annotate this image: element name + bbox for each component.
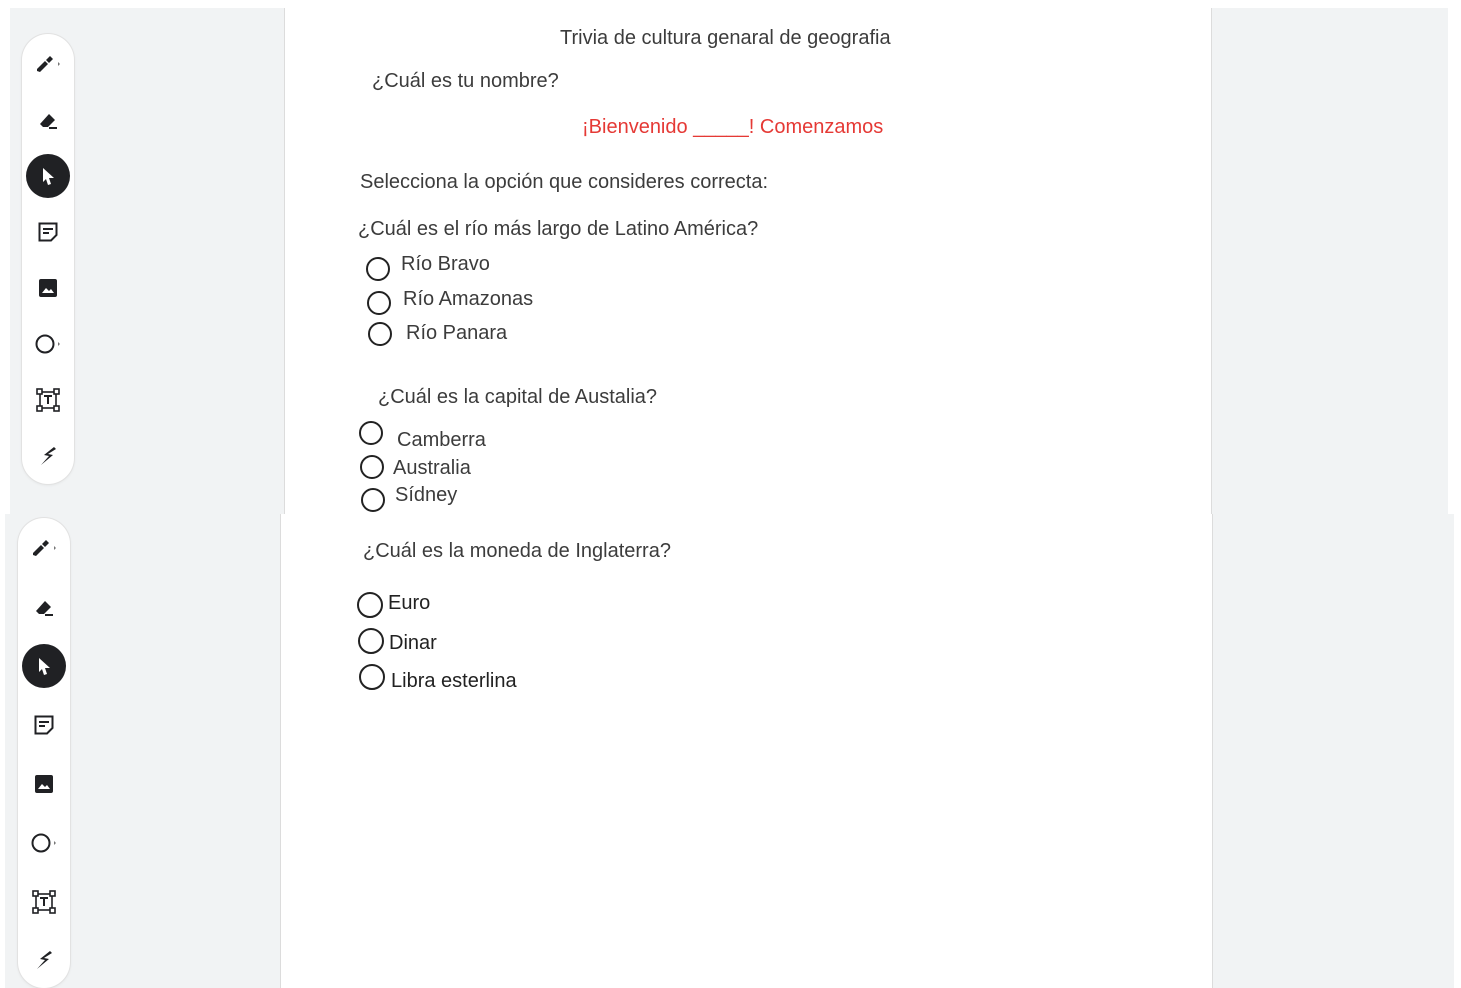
radio-q1-option-1[interactable] [366,257,390,281]
q2-option-1-label: Camberra [397,429,486,451]
text-box-tool[interactable] [26,378,70,422]
question-3-text: ¿Cuál es la moneda de Inglaterra? [363,540,671,562]
q1-option-2-label: Río Amazonas [403,288,534,310]
shape-icon [35,334,60,354]
pen-icon [37,56,60,72]
select-tool[interactable] [26,154,70,198]
sticky-note-icon [38,222,58,242]
question-1-text: ¿Cuál es el río más largo de Latino Amér… [358,218,759,240]
eraser-icon [40,114,57,129]
sticky-note-tool[interactable] [26,210,70,254]
welcome-message: ¡Bienvenido _____! Comenzamos [582,116,884,138]
q3-option-3-label: Libra esterlina [391,670,517,692]
radio-q3-option-1[interactable] [357,592,383,618]
shape-icon [31,833,56,853]
eraser-tool[interactable] [26,98,70,142]
pen-icon [33,540,56,556]
text-box-icon [32,890,56,914]
laser-icon [37,951,52,969]
radio-q1-option-2[interactable] [367,291,391,315]
laser-tool[interactable] [22,938,66,982]
pen-tool[interactable] [26,42,70,86]
radio-q3-option-3[interactable] [359,664,385,690]
question-2-text: ¿Cuál es la capital de Austalia? [378,386,658,408]
q1-option-1-label: Río Bravo [401,253,490,275]
q2-option-2-label: Australia [393,457,471,479]
name-question: ¿Cuál es tu nombre? [372,70,559,92]
radio-q3-option-2[interactable] [358,628,384,654]
text-box-icon [36,388,60,412]
select-tool[interactable] [22,644,66,688]
image-tool[interactable] [26,266,70,310]
radio-q1-option-3[interactable] [368,322,392,346]
laser-icon [41,447,56,465]
instruction-text: Selecciona la opción que consideres corr… [360,171,769,193]
eraser-tool[interactable] [22,585,66,629]
select-icon [43,168,54,185]
text-box-tool[interactable] [22,880,66,924]
q3-option-1-label: Euro [388,592,431,614]
select-icon [39,658,50,675]
sticky-note-icon [34,715,54,735]
shape-tool[interactable] [26,322,70,366]
q3-option-2-label: Dinar [389,632,437,654]
image-icon [39,279,57,297]
image-tool[interactable] [22,762,66,806]
radio-q2-option-1[interactable] [359,421,383,445]
pen-tool[interactable] [22,526,66,570]
toolbar-top [22,34,74,484]
image-icon [35,775,53,793]
toolbar-bottom [18,518,70,988]
radio-q2-option-3[interactable] [361,488,385,512]
q2-option-3-label: Sídney [395,484,458,506]
q1-option-3-label: Río Panara [406,322,508,344]
page-title: Trivia de cultura genaral de geografia [560,27,891,49]
radio-q2-option-2[interactable] [360,455,384,479]
sticky-note-tool[interactable] [22,703,66,747]
eraser-icon [36,601,53,616]
laser-tool[interactable] [26,434,70,478]
shape-tool[interactable] [22,821,66,865]
whiteboard-frame-bottom [280,514,1213,988]
